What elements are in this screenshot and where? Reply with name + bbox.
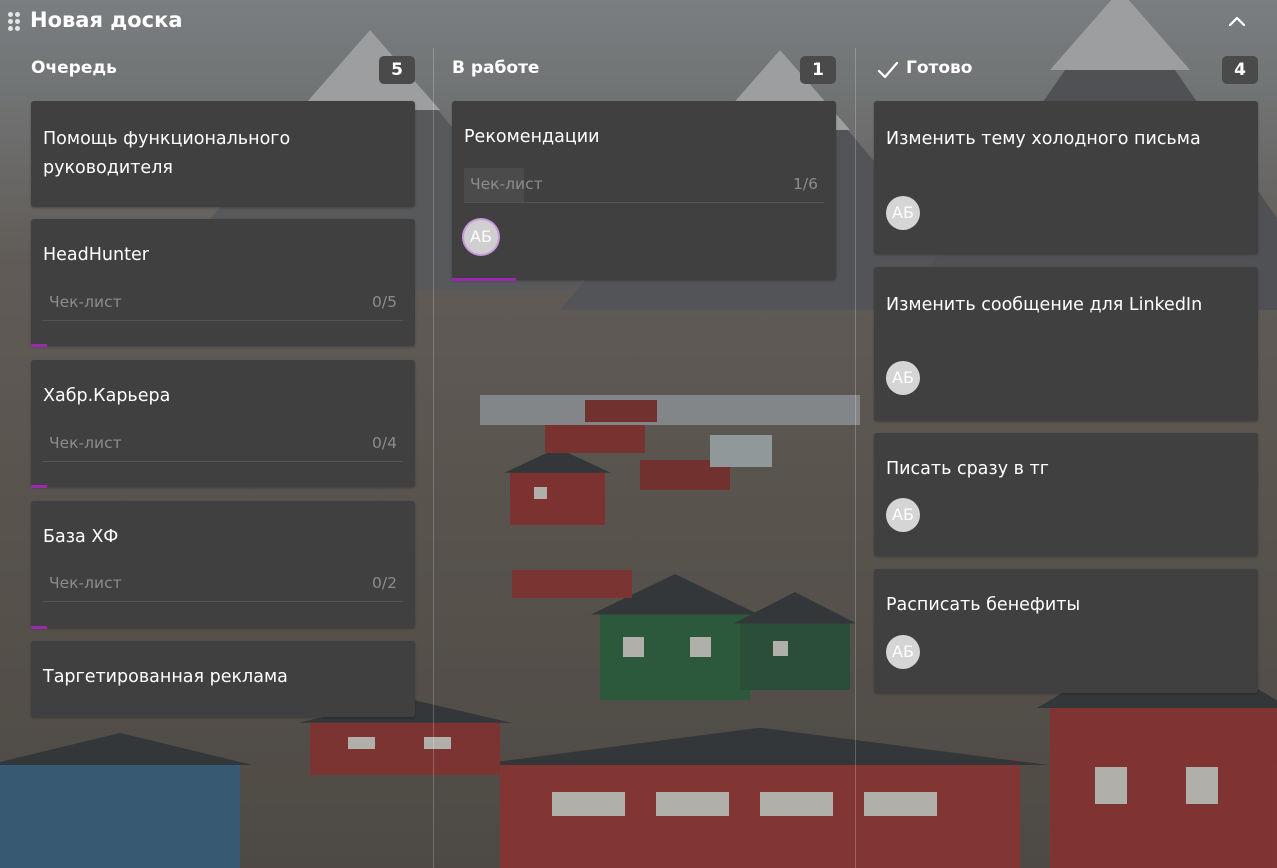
checklist[interactable]: Чек-лист 1/6 [464, 168, 824, 203]
card-title: Рекомендации [464, 127, 600, 147]
card[interactable]: Рекомендации Чек-лист 1/6 АБ [452, 101, 836, 281]
checklist-count: 0/2 [372, 574, 397, 592]
checklist-label: Чек-лист [470, 175, 543, 193]
card-count-badge: 1 [800, 56, 836, 84]
board-header: Новая доска [0, 0, 1277, 44]
card[interactable]: Изменить тему холодного письма АБ [874, 101, 1258, 254]
column-divider [433, 48, 434, 868]
checklist-label: Чек-лист [49, 293, 122, 311]
board-title: Новая доска [30, 8, 183, 32]
column-header: Готово 4 [874, 56, 1258, 84]
card-progress-line [452, 278, 516, 281]
avatar[interactable]: АБ [886, 498, 920, 532]
drag-handle-icon[interactable] [8, 12, 20, 31]
checklist-count: 0/4 [372, 434, 397, 452]
card-title: Изменить тему холодного письма [886, 129, 1201, 149]
card-title: Расписать бенефиты [886, 595, 1081, 615]
column-title: В работе [452, 58, 540, 78]
kanban-board: Новая доска Очередь 5 Помощь функциональ… [0, 0, 1277, 868]
card-progress-line [31, 626, 47, 629]
check-icon [877, 61, 899, 79]
checklist-label: Чек-лист [49, 434, 122, 452]
column-title: Готово [906, 58, 973, 78]
avatar[interactable]: АБ [464, 220, 498, 254]
card-title: Помощь функционального руководителя [43, 129, 291, 178]
card-count-badge: 4 [1222, 56, 1258, 84]
checklist[interactable]: Чек-лист 0/4 [43, 427, 403, 462]
checklist[interactable]: Чек-лист 0/2 [43, 567, 403, 602]
checklist-count: 1/6 [793, 175, 818, 193]
card[interactable]: Расписать бенефиты АБ [874, 569, 1258, 693]
card[interactable]: База ХФ Чек-лист 0/2 [31, 501, 415, 629]
card[interactable]: Помощь функционального руководителя [31, 101, 415, 207]
checklist-count: 0/5 [372, 293, 397, 311]
card-title: База ХФ [43, 527, 119, 547]
card-title: Хабр.Карьера [43, 386, 171, 406]
avatar[interactable]: АБ [886, 196, 920, 230]
card[interactable]: Таргетированная реклама [31, 641, 415, 717]
card[interactable]: Хабр.Карьера Чек-лист 0/4 [31, 360, 415, 488]
avatar[interactable]: АБ [886, 361, 920, 395]
card-title: HeadHunter [43, 245, 149, 265]
checklist-label: Чек-лист [49, 574, 122, 592]
card-count-badge: 5 [379, 56, 415, 84]
card-progress-line [31, 485, 47, 488]
chevron-up-icon[interactable] [1226, 10, 1248, 32]
card-title: Изменить сообщение для LinkedIn [886, 295, 1203, 315]
column-divider [855, 48, 856, 868]
card[interactable]: Изменить сообщение для LinkedIn АБ [874, 267, 1258, 421]
card-title: Таргетированная реклама [43, 667, 288, 687]
card[interactable]: Писать сразу в тг АБ [874, 433, 1258, 556]
card-title: Писать сразу в тг [886, 459, 1049, 479]
avatar[interactable]: АБ [886, 635, 920, 669]
column-title: Очередь [31, 58, 117, 78]
card-progress-line [31, 344, 47, 347]
column-header: Очередь 5 [31, 56, 415, 84]
checklist[interactable]: Чек-лист 0/5 [43, 286, 403, 321]
column-header: В работе 1 [452, 56, 836, 84]
card[interactable]: HeadHunter Чек-лист 0/5 [31, 219, 415, 347]
